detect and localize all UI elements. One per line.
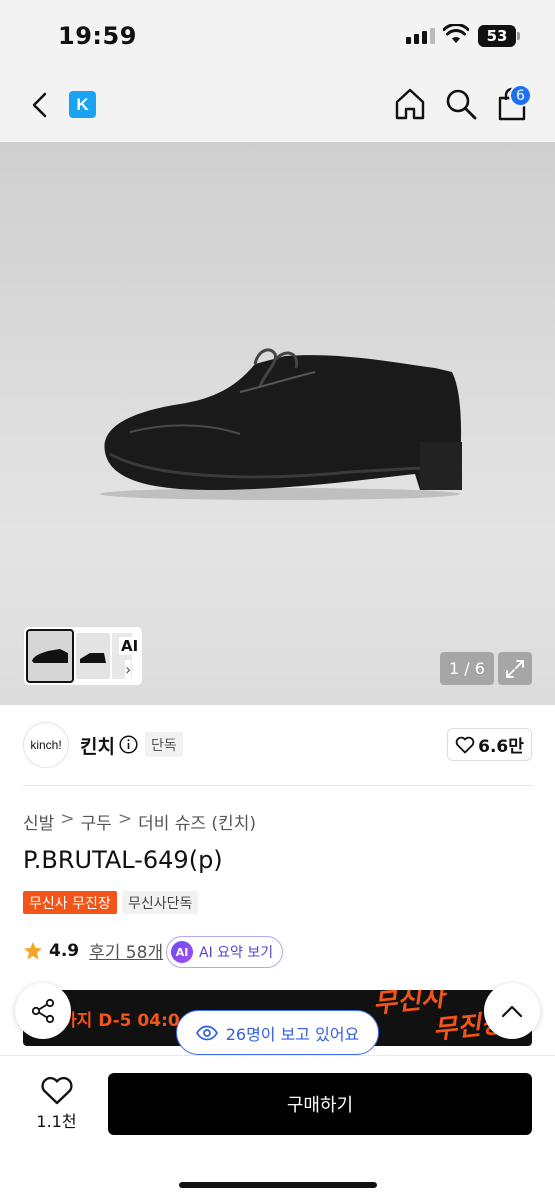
home-icon[interactable]: [394, 87, 426, 121]
brand-exclusive-tag: 단독: [145, 732, 183, 757]
thumbnail-ai-label: AI: [119, 637, 141, 655]
reviews-link[interactable]: 후기 58개: [89, 938, 163, 963]
scroll-top-button[interactable]: [484, 983, 540, 1039]
star-icon: [24, 941, 42, 959]
divider: [23, 785, 532, 786]
share-icon: [31, 998, 55, 1024]
info-icon[interactable]: [119, 735, 138, 754]
chevron-right-icon[interactable]: ›: [125, 660, 132, 679]
brand-like-count: 6.6만: [478, 737, 524, 757]
chevron-up-icon: [501, 1005, 523, 1018]
breadcrumb: 신발 > 구두 > 더비 슈즈 (킨치): [23, 809, 256, 834]
bottom-action-bar: 1.1천 구매하기: [0, 1055, 555, 1200]
share-button[interactable]: [15, 983, 71, 1039]
cart-count-badge: 6: [509, 84, 532, 107]
battery-indicator: 53: [478, 25, 520, 47]
product-image-gallery[interactable]: AI › 1 / 6: [0, 142, 555, 705]
ai-icon: AI: [171, 941, 193, 963]
signal-icon: [406, 28, 435, 44]
wifi-icon: [443, 24, 469, 43]
viewers-pill: 26명이 보고 있어요: [176, 1010, 379, 1055]
thumbnail-1[interactable]: [26, 629, 74, 683]
breadcrumb-separator: >: [117, 809, 133, 829]
top-nav: K 6: [0, 72, 555, 142]
wishlist-heart-icon[interactable]: [40, 1076, 74, 1106]
eye-icon: [195, 1025, 218, 1040]
event-badge: 무신사 무진장: [23, 891, 117, 914]
product-title: P.BRUTAL-649(p): [23, 846, 223, 874]
status-time: 19:59: [58, 22, 137, 50]
brand-logo[interactable]: kinch!: [23, 722, 69, 768]
promo-logo-line1: 무신사: [371, 990, 447, 1020]
back-chevron-icon[interactable]: [26, 90, 56, 120]
brand-name[interactable]: 킨치: [80, 732, 115, 759]
status-bar: 19:59 53: [0, 0, 555, 72]
app-logo[interactable]: K: [69, 91, 96, 118]
brand-like-button[interactable]: 6.6만: [447, 728, 532, 761]
exclusive-badge: 무신사단독: [122, 891, 199, 914]
image-counter: 1 / 6: [440, 652, 494, 685]
breadcrumb-separator: >: [60, 809, 75, 829]
ai-summary-button[interactable]: AI AI 요약 보기: [166, 936, 284, 968]
ai-summary-label: AI 요약 보기: [199, 945, 274, 961]
viewers-text: 26명이 보고 있어요: [225, 1024, 360, 1044]
home-indicator: [179, 1182, 377, 1188]
product-shoe-image: [100, 348, 462, 500]
expand-button[interactable]: [498, 652, 532, 685]
rating-score: 4.9: [49, 940, 80, 961]
expand-icon: [506, 659, 524, 678]
heart-icon: [455, 736, 475, 753]
breadcrumb-item[interactable]: 신발: [23, 809, 54, 834]
brand-row: kinch! 킨치 단독 6.6만: [0, 705, 555, 785]
wishlist-count: 1.1천: [36, 1112, 77, 1131]
buy-button[interactable]: 구매하기: [108, 1073, 532, 1135]
breadcrumb-item[interactable]: 더비 슈즈 (킨치): [138, 809, 256, 834]
thumbnail-2[interactable]: [76, 633, 110, 679]
rating-row: 4.9 후기 58개: [23, 938, 163, 963]
promo-countdown: 까지 D-5 04:0: [61, 1011, 180, 1031]
thumbnail-strip[interactable]: AI ›: [23, 626, 143, 686]
search-icon[interactable]: [445, 88, 477, 120]
breadcrumb-item[interactable]: 구두: [81, 809, 112, 834]
